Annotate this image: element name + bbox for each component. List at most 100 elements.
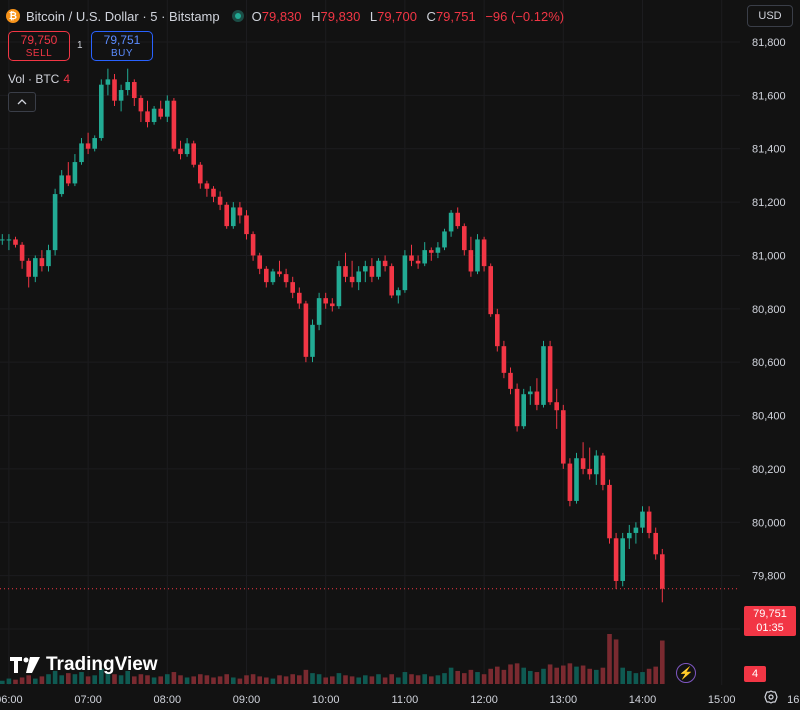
candle-body	[112, 79, 117, 101]
volume-legend-label: Vol · BTC	[8, 72, 60, 86]
volume-bar	[184, 677, 190, 684]
candle	[448, 210, 454, 237]
volume-bar	[514, 663, 520, 684]
time-tick-label: 08:00	[154, 694, 182, 706]
candle	[330, 298, 335, 312]
candle	[528, 386, 533, 405]
volume-bar	[528, 670, 533, 684]
candle-body	[660, 554, 665, 589]
candle-body	[429, 250, 434, 253]
candle-body	[620, 538, 625, 581]
volume-bar	[547, 664, 553, 684]
candle-body	[59, 175, 64, 195]
settings-icon[interactable]	[764, 690, 778, 704]
volume-bar	[316, 674, 322, 684]
volume-bar	[158, 676, 163, 684]
sell-button[interactable]: 79,750 SELL	[8, 31, 70, 61]
candle	[244, 210, 249, 240]
time-axis[interactable]: 06:00 07:00 08:00 09:00 10:00 11:00 12:00 13:00…	[0, 694, 800, 706]
candle-body	[330, 303, 335, 307]
sell-price: 79,750	[20, 33, 58, 47]
volume-bar	[402, 672, 408, 684]
volume-bar	[600, 667, 606, 684]
candle-body	[455, 212, 460, 227]
volume-bar	[6, 678, 12, 684]
flash-icon[interactable]: ⚡	[676, 663, 696, 683]
price-axis[interactable]: 81,800 81,600 81,400 81,200 81,000 80,800 80,6…	[752, 37, 786, 636]
volume-bar	[264, 677, 269, 684]
candle-body	[323, 298, 328, 304]
candle	[138, 95, 144, 123]
candle	[462, 223, 467, 256]
candle	[369, 258, 375, 283]
volume-bar	[323, 677, 328, 684]
candle	[105, 68, 111, 96]
volume-bar	[198, 674, 203, 684]
time-tick-label: 12:00	[470, 694, 498, 706]
candle-body	[468, 250, 474, 272]
candle	[389, 263, 394, 299]
candle	[171, 98, 177, 152]
candle	[376, 258, 381, 280]
candle-body	[580, 458, 586, 469]
candle-body	[19, 244, 25, 261]
candle-body	[600, 455, 606, 485]
candle	[270, 268, 276, 285]
candle-body	[462, 226, 467, 251]
price-chart[interactable]: 81,800 81,600 81,400 81,200 81,000 80,800 80,6…	[0, 0, 800, 710]
candle	[343, 252, 348, 283]
candle-body	[165, 100, 170, 117]
volume-bar	[336, 673, 342, 684]
candle	[607, 479, 612, 544]
volume-bar	[488, 668, 493, 684]
volume-bar	[587, 668, 592, 684]
candle-body	[184, 143, 190, 155]
candle-body	[52, 194, 58, 251]
volume-bar	[369, 676, 375, 684]
volume-bar	[534, 672, 540, 684]
candle	[310, 319, 315, 363]
candle	[297, 287, 302, 309]
candle-body	[39, 258, 45, 267]
tradingview-wordmark: TradingView	[46, 654, 158, 675]
candle-body	[145, 111, 150, 123]
volume-bar	[257, 676, 262, 684]
volume-bar	[389, 674, 394, 684]
sell-label: SELL	[25, 48, 53, 59]
candle-body	[6, 239, 12, 241]
volume-bar	[580, 665, 586, 684]
candle-body	[488, 266, 493, 315]
candle-body	[640, 511, 645, 528]
currency-selector[interactable]: USD	[747, 5, 793, 27]
candle-body	[178, 148, 183, 155]
price-tick-label: 79,800	[752, 571, 786, 583]
volume-bar	[118, 675, 124, 684]
collapse-legend-button[interactable]	[8, 92, 36, 112]
tradingview-logo[interactable]: TradingView	[10, 654, 158, 676]
candle	[363, 260, 368, 283]
symbol-title[interactable]: Bitcoin / U.S. Dollar · 5 · Bitstamp	[26, 9, 220, 24]
candle	[303, 300, 309, 363]
candle-body	[118, 90, 124, 101]
candle	[99, 79, 104, 141]
market-open-icon	[231, 10, 244, 22]
price-tick-label: 80,400	[752, 411, 786, 423]
volume-bar	[475, 672, 480, 684]
candle	[508, 367, 513, 395]
candle-body	[99, 84, 104, 139]
candle	[594, 450, 599, 485]
candle	[600, 452, 606, 491]
candle	[415, 255, 421, 269]
candle-body	[237, 207, 243, 216]
volume-bar	[640, 672, 645, 684]
time-tick-label: 13:00	[550, 694, 578, 706]
candle-body	[250, 234, 256, 256]
volume-bar	[481, 674, 487, 684]
gridlines	[0, 0, 740, 685]
buy-button[interactable]: 79,751 BUY	[91, 31, 153, 61]
volume-bar	[363, 675, 368, 684]
candle	[204, 180, 210, 197]
volume-bar	[224, 674, 229, 684]
candle-body	[336, 266, 342, 307]
volume-legend[interactable]: Vol · BTC 4	[8, 72, 70, 86]
